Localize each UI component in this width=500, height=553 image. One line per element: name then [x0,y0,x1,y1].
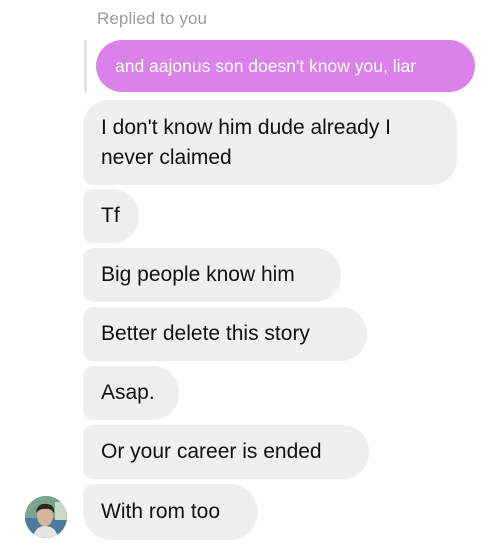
message-bubble[interactable]: Better delete this story [83,307,367,361]
message-bubble[interactable]: Or your career is ended [83,425,369,479]
message-bubble[interactable]: I don't know him dude already I never cl… [83,100,457,185]
quoted-message-bubble[interactable]: and aajonus son doesn't know you, liar [96,40,475,92]
reply-indicator-line [84,40,87,92]
message-bubble[interactable]: Big people know him [83,248,341,302]
message-bubble[interactable]: With rom too [83,484,258,540]
sender-avatar[interactable] [25,496,67,538]
replied-to-you-label: Replied to you [97,9,208,28]
message-bubble[interactable]: Tf [83,189,139,243]
message-bubble[interactable]: Asap. [83,366,179,420]
avatar-photo-icon [25,496,67,538]
